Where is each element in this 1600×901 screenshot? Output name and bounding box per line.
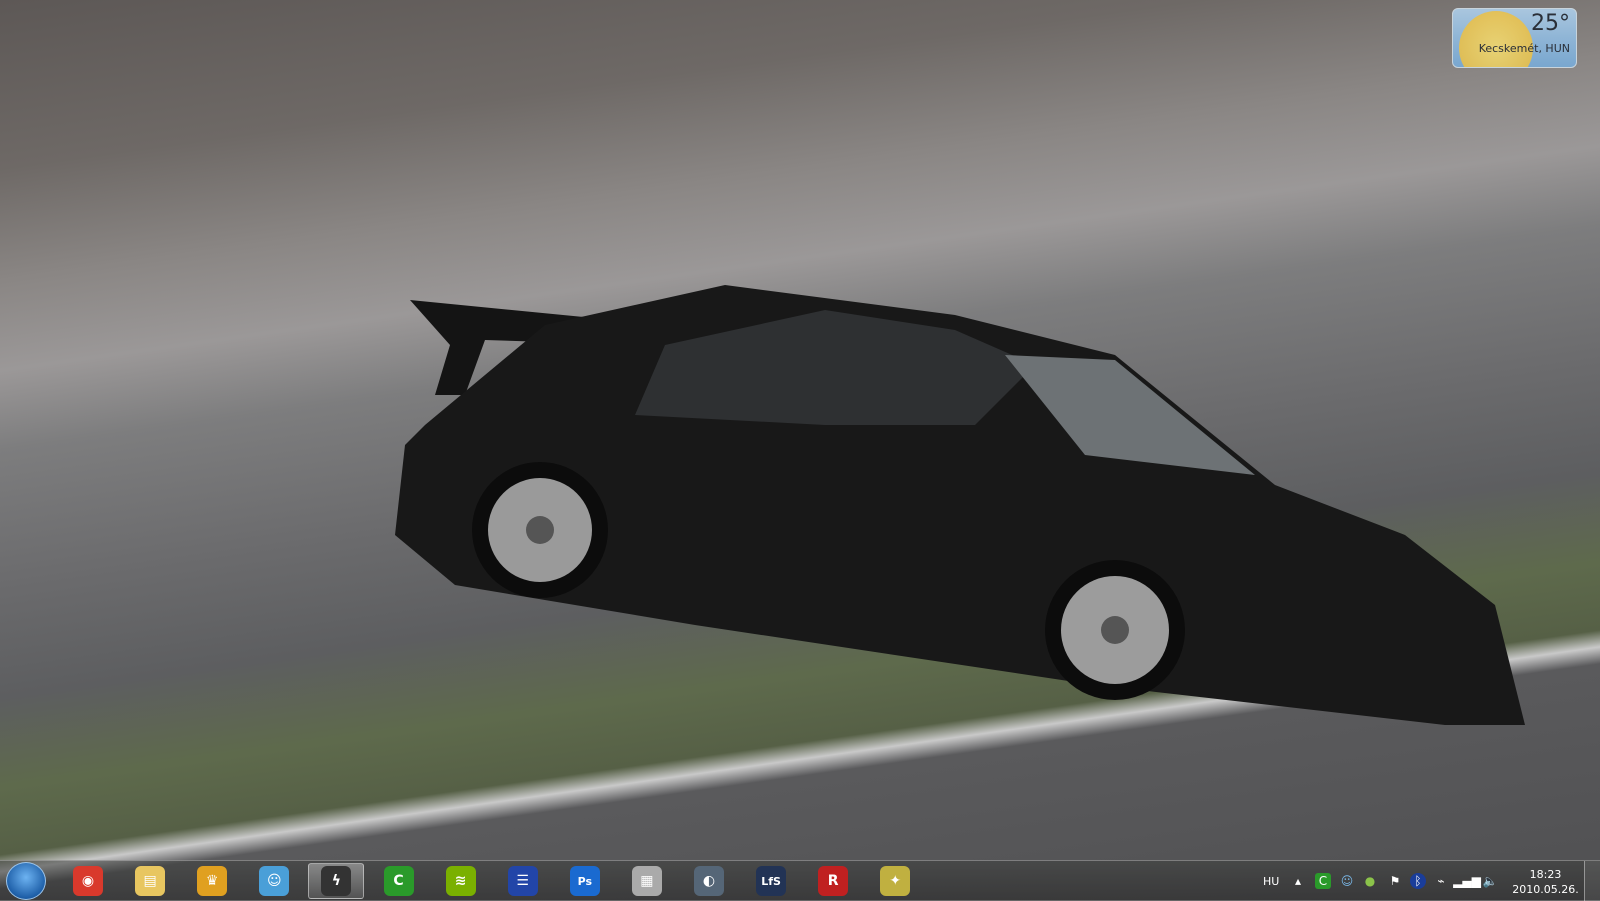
contact-status-tray-icon[interactable]: ●: [1362, 873, 1378, 889]
taskbar-button-bittorrent[interactable]: C: [371, 863, 427, 899]
taskbar-button-winamp[interactable]: ϟ: [308, 863, 365, 899]
taskbar-button-movie-maker[interactable]: ▦: [619, 863, 675, 899]
volume-icon[interactable]: 🔈: [1482, 873, 1498, 889]
taskbar-button-save-app[interactable]: ☰: [495, 863, 551, 899]
taskbar-button-photoshop[interactable]: Ps: [557, 863, 613, 899]
weather-gadget[interactable]: 25° Kecskemét, HUN: [1452, 8, 1577, 68]
winamp-icon: ϟ: [321, 866, 352, 896]
desktop-wallpaper: [0, 0, 1600, 900]
show-hidden-icons-arrow-icon[interactable]: ▴: [1290, 873, 1306, 889]
messenger-tray-icon[interactable]: ☺: [1339, 873, 1355, 889]
sun-icon: [1459, 11, 1533, 67]
network-signal-icon[interactable]: ▂▄▆: [1453, 873, 1481, 889]
taskbar-button-windows-explorer[interactable]: ▤: [122, 863, 178, 899]
clock-date: 2010.05.26.: [1512, 883, 1579, 896]
taskbar-button-spotify[interactable]: ≋: [433, 863, 489, 899]
bittorrent-tray-icon[interactable]: C: [1315, 873, 1331, 889]
clock[interactable]: 18:23 2010.05.26.: [1508, 867, 1583, 897]
taskbar-button-counter-strike[interactable]: ✦: [867, 863, 923, 899]
taskbar-button-windows-live-messenger[interactable]: ☺: [246, 863, 302, 899]
miranda-icon: ♛: [197, 866, 228, 896]
save-app-icon: ☰: [507, 866, 538, 896]
race-car-image: [395, 285, 1525, 725]
start-button[interactable]: [6, 862, 46, 900]
taskbar-button-rockstar-app[interactable]: R: [805, 863, 861, 899]
rockstar-app-icon: R: [818, 866, 849, 896]
photoshop-icon: Ps: [569, 866, 600, 896]
taskbar-button-chrome[interactable]: ◉: [60, 863, 116, 899]
bittorrent-icon: C: [383, 866, 414, 896]
bluetooth-icon[interactable]: ᛒ: [1410, 873, 1426, 889]
spotify-icon: ≋: [445, 866, 476, 896]
windows-live-messenger-icon: ☺: [259, 866, 290, 896]
live-for-speed-icon: LfS: [756, 866, 787, 896]
language-indicator[interactable]: HU: [1263, 861, 1279, 901]
chrome-icon: ◉: [73, 866, 103, 896]
weather-location: Kecskemét, HUN: [1478, 42, 1570, 55]
taskbar-button-teamspeak[interactable]: ◐: [681, 863, 737, 899]
clock-time: 18:23: [1529, 868, 1562, 881]
taskbar: ◉ ▤ ♛ ☺ ϟ C ≋ ☰ Ps ▦ ◐ LfS R ✦ HU ▴ C ☺ ● ⚑ ᛒ ⌁ ▂▄▆ 🔈…: [0, 860, 1600, 901]
power-plug-icon[interactable]: ⌁: [1433, 873, 1449, 889]
show-desktop-button[interactable]: [1584, 861, 1600, 901]
taskbar-button-live-for-speed[interactable]: LfS: [743, 863, 799, 899]
movie-maker-icon: ▦: [631, 866, 662, 896]
taskbar-button-miranda[interactable]: ♛: [184, 863, 240, 899]
teamspeak-icon: ◐: [694, 866, 724, 896]
counter-strike-icon: ✦: [880, 866, 911, 896]
weather-temperature: 25°: [1531, 11, 1570, 36]
action-center-flag-icon[interactable]: ⚑: [1387, 873, 1403, 889]
windows-explorer-icon: ▤: [135, 866, 166, 896]
